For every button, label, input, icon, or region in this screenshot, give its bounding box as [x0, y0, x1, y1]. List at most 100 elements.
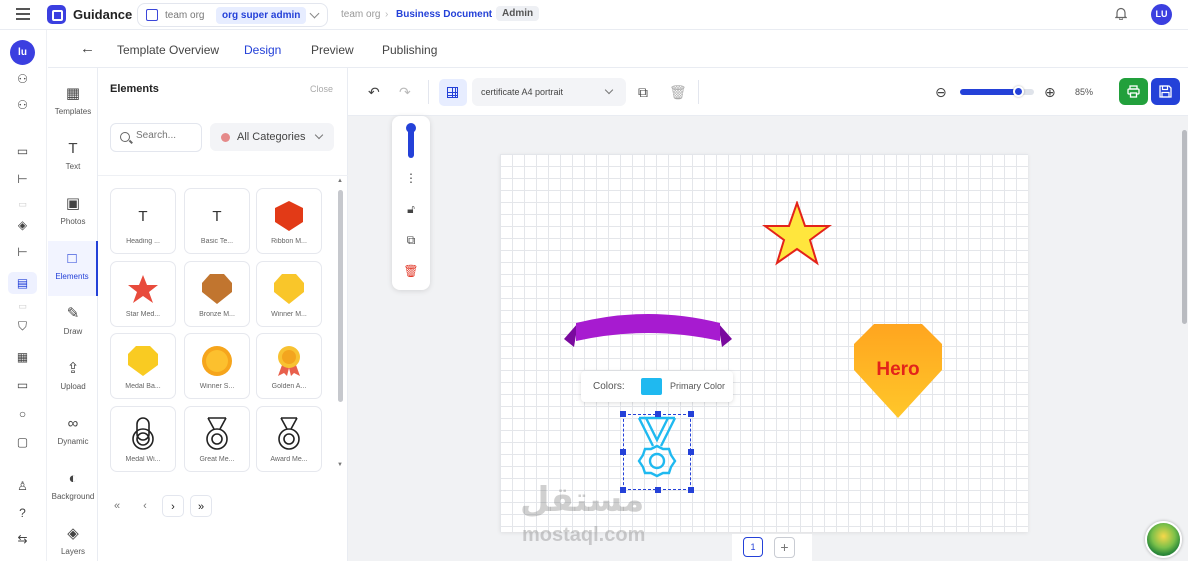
tab-publishing[interactable]: Publishing [382, 43, 437, 57]
golden-award-icon [278, 346, 300, 376]
shield-icon[interactable]: ⛉ [16, 320, 29, 333]
page-thumbnail-button[interactable]: 1 [743, 537, 763, 557]
tree-icon[interactable]: ⊢ [16, 173, 29, 186]
grid-toggle-button[interactable] [439, 79, 467, 106]
rail-avatar[interactable]: lu [10, 40, 35, 65]
zoom-slider[interactable] [960, 86, 1034, 97]
resize-handle[interactable] [620, 411, 626, 417]
tab-design[interactable]: Design [244, 43, 281, 57]
add-page-button[interactable]: + [774, 537, 795, 558]
element-card-golden-award[interactable]: Golden A... [256, 333, 322, 399]
back-arrow-icon[interactable]: ← [80, 40, 95, 57]
element-card-medal-badge[interactable]: Medal Ba... [110, 333, 176, 399]
scroll-up-icon[interactable]: ▲ [337, 178, 343, 184]
element-card-heading[interactable]: T Heading ... [110, 188, 176, 254]
breadcrumb-org[interactable]: team org [341, 9, 380, 20]
zoom-out-icon[interactable]: ⊖ [935, 84, 947, 101]
certificate-page[interactable]: Hero [500, 154, 1028, 532]
element-card-winner-medal[interactable]: Winner M... [256, 261, 322, 327]
breadcrumb-separator-icon: › [487, 9, 491, 20]
panel-scroll-thumb[interactable] [338, 190, 343, 402]
resize-handle[interactable] [655, 487, 661, 493]
tool-text[interactable]: T Text [48, 131, 98, 186]
tool-background[interactable]: ◐ Background [48, 461, 98, 516]
star-shape[interactable] [762, 201, 832, 267]
resize-handle[interactable] [688, 411, 694, 417]
tool-elements[interactable]: □ Elements [48, 241, 98, 296]
element-card-winner-star[interactable]: Winner S... [184, 333, 250, 399]
org-switcher[interactable]: team org org super admin [137, 3, 328, 27]
ribbon-banner-shape[interactable] [562, 309, 734, 353]
category-icon [221, 133, 230, 142]
support-avatar-icon[interactable] [1145, 521, 1182, 558]
breadcrumb-document[interactable]: Business Document [396, 9, 492, 20]
redo-icon[interactable]: ↷ [399, 84, 411, 101]
resize-handle[interactable] [655, 411, 661, 417]
first-page-button[interactable]: « [106, 495, 128, 517]
layers-icon[interactable]: ◈ [16, 219, 29, 232]
tool-photos[interactable]: ▣ Photos [48, 186, 98, 241]
calendar-icon[interactable]: ▦ [16, 351, 29, 364]
hierarchy-icon[interactable]: ⊢ [16, 246, 29, 259]
tab-template-overview[interactable]: Template Overview [117, 43, 219, 57]
scroll-down-icon[interactable]: ▼ [337, 462, 343, 468]
prev-page-button[interactable]: ‹ [134, 495, 156, 517]
chat-icon[interactable]: ○ [16, 408, 29, 421]
templates-icon: ▦ [65, 85, 81, 102]
trash-icon[interactable]: 🗑 [669, 84, 687, 101]
copy-icon[interactable]: ⧉ [392, 233, 430, 248]
unlock-icon[interactable]: 🔓︎ [392, 202, 430, 217]
users-icon[interactable]: ⚇ [16, 99, 29, 112]
search-input[interactable] [136, 130, 198, 141]
more-options-icon[interactable]: ⋮ [392, 171, 430, 185]
element-card-great-medal[interactable]: Great Me... [184, 406, 250, 472]
document-icon[interactable]: ▤ [8, 272, 37, 294]
resize-handle[interactable] [688, 449, 694, 455]
element-card-bronze-medal[interactable]: Bronze M... [184, 261, 250, 327]
next-page-button[interactable]: › [162, 495, 184, 517]
folder-icon[interactable]: ▭ [16, 379, 29, 392]
panel-scrollbar[interactable]: ▲ ▼ [336, 178, 344, 470]
resize-handle[interactable] [620, 487, 626, 493]
element-card-star-medal[interactable]: Star Med... [110, 261, 176, 327]
book-icon[interactable]: ▭ [16, 145, 29, 158]
element-card-medal-winner[interactable]: Medal Wi... [110, 406, 176, 472]
top-bar: Guidance team org org super admin team o… [0, 0, 1188, 30]
elements-panel: Elements Close All Categories T Heading … [98, 68, 348, 561]
tool-dynamic[interactable]: ∞ Dynamic [48, 406, 98, 461]
last-page-button[interactable]: » [190, 495, 212, 517]
user-settings-icon[interactable]: ⚇ [16, 73, 29, 86]
element-card-basic-text[interactable]: T Basic Te... [184, 188, 250, 254]
tool-upload[interactable]: ⇪ Upload [48, 351, 98, 406]
close-button[interactable]: Close [310, 84, 333, 94]
resize-handle[interactable] [688, 487, 694, 493]
delete-icon[interactable]: 🗑 [392, 264, 430, 278]
zoom-slider-handle[interactable] [1013, 86, 1025, 97]
tool-draw[interactable]: ✎ Draw [48, 296, 98, 351]
primary-color-swatch[interactable] [641, 378, 662, 395]
search-box[interactable] [110, 123, 202, 152]
template-select[interactable]: certificate A4 portrait [472, 78, 626, 106]
message-icon[interactable]: ▢ [16, 436, 29, 449]
tab-preview[interactable]: Preview [311, 43, 354, 57]
category-select[interactable]: All Categories [210, 123, 334, 151]
element-card-award-medal[interactable]: Award Me... [256, 406, 322, 472]
tool-layers[interactable]: ◈ Layers [48, 516, 98, 561]
canvas-scrollbar[interactable] [1182, 130, 1187, 324]
resize-handle[interactable] [620, 449, 626, 455]
hero-badge-shape[interactable]: Hero [852, 322, 944, 420]
undo-icon[interactable]: ↶ [368, 84, 380, 101]
switch-icon[interactable]: ⇆ [16, 533, 29, 546]
opacity-slider[interactable] [406, 123, 416, 158]
print-button[interactable] [1119, 78, 1148, 105]
help-icon[interactable]: ? [16, 507, 29, 520]
tool-templates[interactable]: ▦ Templates [48, 76, 98, 131]
user-avatar[interactable]: LU [1151, 4, 1172, 25]
zoom-in-icon[interactable]: ⊕ [1044, 84, 1056, 101]
save-button[interactable] [1151, 78, 1180, 105]
menu-icon[interactable] [16, 8, 30, 20]
bell-icon[interactable] [1115, 7, 1127, 20]
element-card-ribbon-medal[interactable]: Ribbon M... [256, 188, 322, 254]
duplicate-icon[interactable]: ⧉ [638, 84, 648, 101]
profile-icon[interactable]: ♙ [16, 480, 29, 493]
